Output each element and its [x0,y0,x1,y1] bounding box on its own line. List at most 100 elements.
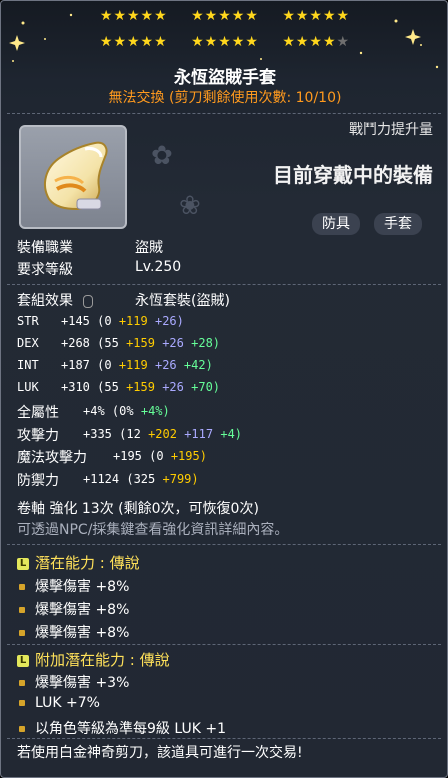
star-group: ★★★★★ [282,8,351,24]
divider [7,284,441,285]
stat-bonus: +26 [162,380,184,394]
stat-values: +268 (55 +159 +26 +28) [61,336,220,350]
stat-base: (0 [149,449,164,463]
stat-bonus: +159 [126,380,155,394]
set-effect: 套組效果 永恆套裝(盜賊) [17,290,230,310]
stat-name: LUK [17,380,39,394]
stat-base: (0 [97,358,112,372]
stat-bonus: +159 [126,336,155,350]
tag-armor: 防具 [312,213,360,235]
potential-line: 爆擊傷害 +8% [19,576,129,596]
star-force-row-2: ★★★★★ ★★★★★ ★★★★★ [1,34,447,50]
divider [7,113,441,114]
stat-total: +187 [61,358,90,372]
bullet-icon [19,680,25,686]
stat-values: +1124 (325 +799) [83,472,199,486]
scroll-upgrade-info: 卷軸 強化 13次 (剩餘0次，可恢復0次) [17,501,259,517]
stat-total: +268 [61,336,90,350]
item-icon-frame [19,125,127,229]
bullet-icon [19,630,25,636]
stat-values: +187 (0 +119 +26 +42) [61,358,213,372]
additional-potential-header: L 附加潛在能力 : 傳說 [17,649,170,670]
star-group: ★★★★★ [191,34,259,50]
stat-bonus: +117 [184,427,214,441]
stat-bonus: +195) [170,449,207,463]
additional-line: 爆擊傷害 +3% [19,672,129,692]
stat-bonus: +4) [220,427,243,441]
stat-row: INT +187 (0 +119 +26 +42) [17,358,213,372]
stat-total: +145 [61,314,90,328]
additional-line: LUK +7% [19,695,100,711]
stat-base: (55 [97,380,119,394]
tag-gloves: 手套 [374,213,422,235]
item-tooltip: ★★★★★ ★★★★★ ★★★★★ ★★★★★ ★★★★★ ★★★★★ 永恆盜賊… [0,0,448,778]
stat-bonus: +799) [162,472,199,486]
potential-header: L 潛在能力 : 傳說 [17,552,140,573]
stat-row: LUK +310 (55 +159 +26 +70) [17,380,220,394]
glove-icon [44,141,108,211]
stat-base: (325 [126,472,156,486]
divider [7,644,441,645]
stat-row: 攻擊力 +335 (12 +202 +117 +4) [17,425,242,445]
stat-row: 魔法攻擊力 +195 (0 +195) [17,447,207,467]
stat-bonus: +26) [154,314,184,328]
stat-values: +310 (55 +159 +26 +70) [61,380,220,394]
stat-bonus: +4%) [140,404,170,418]
combat-power-label: 戰鬥力提升量 [349,122,433,138]
req-job-value: 盜賊 [135,240,163,256]
stat-bonus: +70) [191,380,221,394]
empty-star: ★ [336,34,351,50]
stat-base: (0% [111,404,134,418]
stat-total: +195 [113,449,142,463]
trade-note: 無法交換 (剪刀剩餘使用次數: 10/10) [108,90,342,106]
req-job: 裝備職業 盜賊 [17,237,163,257]
bullet-icon [19,607,25,613]
stat-total: +310 [61,380,90,394]
additional-title: 附加潛在能力 : 傳說 [35,651,170,669]
stat-values: +145 (0 +119 +26) [61,314,184,328]
set-effect-label: 套組效果 [17,293,73,309]
star-force-row-1: ★★★★★ ★★★★★ ★★★★★ [1,8,447,24]
bullet-icon [19,700,25,706]
divider [7,738,441,739]
star-group: ★★★★★ [191,8,259,24]
divider [7,544,441,545]
stat-base: (12 [119,427,141,441]
stat-bonus: +26 [162,336,184,350]
stat-name: 防禦力 [17,473,59,489]
mouse-icon [83,294,94,308]
additional-line: 以角色等級為準每9級 LUK +1 [19,718,226,738]
stat-row: STR +145 (0 +119 +26) [17,314,184,328]
stat-row: 全屬性 +4% (0% +4%) [17,402,170,422]
stat-bonus: +119 [118,358,148,372]
stat-base: (55 [97,336,119,350]
stat-values: +335 (12 +202 +117 +4) [83,427,242,441]
potential-line: 爆擊傷害 +8% [19,622,129,642]
equipped-notice: 目前穿戴中的裝備 [273,163,433,187]
potential-title: 潛在能力 : 傳說 [35,554,140,572]
star-group: ★★★★★ [99,34,168,50]
legendary-badge-icon: L [17,654,29,667]
bg-ghost-icon: ❀ [179,191,201,221]
stat-name: 攻擊力 [17,428,59,444]
stat-name: STR [17,314,39,328]
stat-name: 全屬性 [17,405,59,421]
stat-values: +195 (0 +195) [113,449,207,463]
stat-values: +4% (0% +4%) [83,404,170,418]
stat-name: INT [17,358,39,372]
bullet-icon [19,584,25,590]
trade-footer: 若使用白金神奇剪刀，該道具可進行一次交易! [17,745,303,761]
req-level: 要求等級 Lv.250 [17,259,181,279]
stat-bonus: +26 [154,358,177,372]
stat-total: +335 [83,427,112,441]
stat-total: +4% [83,404,105,418]
star-group: ★★★★ [282,34,337,50]
req-level-value: Lv.250 [135,259,182,275]
stat-bonus: +42) [183,358,213,372]
stat-name: DEX [17,336,39,350]
bg-ghost-icon: ✿ [151,141,173,171]
item-name: 永恆盜賊手套 [174,68,276,88]
stat-bonus: +202 [148,427,177,441]
set-effect-value: 永恆套裝(盜賊) [135,293,230,309]
stat-total: +1124 [83,472,120,486]
